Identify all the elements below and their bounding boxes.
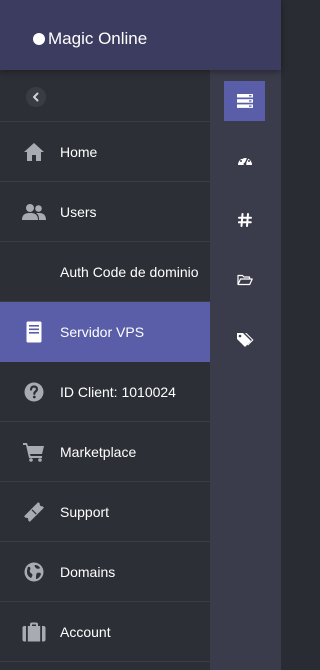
sidebar-item-label: Marketplace	[60, 443, 137, 460]
sidebar-item-label: Support	[60, 503, 110, 520]
rail-item-hashtag[interactable]	[224, 200, 265, 240]
users-icon	[22, 200, 46, 224]
sidebar-item-support[interactable]: Support	[0, 482, 210, 542]
home-icon	[22, 140, 46, 164]
ticket-icon	[22, 500, 46, 524]
sidebar-collapse-button[interactable]	[26, 87, 46, 107]
sidebar-collapse-row	[0, 70, 210, 122]
folder-open-icon	[236, 274, 253, 286]
sidebar-item-label: Account	[60, 623, 111, 640]
sidebar-item-account[interactable]: Account	[0, 602, 210, 662]
sidebar-item-id-client[interactable]: ID Client: 1010024	[0, 362, 210, 422]
sidebar-item-label: Servidor VPS	[60, 323, 145, 340]
hashtag-icon	[237, 213, 252, 227]
chevron-left-icon	[33, 92, 39, 102]
sidebar: Home Users Auth Code de dominio Servidor…	[0, 70, 210, 670]
briefcase-icon	[22, 620, 46, 644]
secondary-icon-rail	[210, 70, 281, 670]
brand-name: Magic Online	[48, 29, 148, 48]
rail-item-files[interactable]	[224, 260, 265, 300]
brand-logo[interactable]: Magic Online	[33, 29, 147, 49]
dashboard-gauge-icon	[237, 156, 252, 166]
rail-item-dashboard[interactable]	[224, 140, 265, 180]
top-header: Magic Online	[0, 0, 281, 70]
question-circle-icon	[22, 380, 46, 404]
sidebar-item-auth-code[interactable]: Auth Code de dominio	[0, 242, 210, 302]
sidebar-item-servidor-vps[interactable]: Servidor VPS	[0, 302, 210, 362]
sidebar-item-users[interactable]: Users	[0, 182, 210, 242]
sidebar-item-label: Auth Code de dominio	[60, 263, 199, 280]
sidebar-item-label: Home	[60, 143, 98, 160]
sidebar-item-home[interactable]: Home	[0, 122, 210, 182]
rail-item-tags[interactable]	[224, 320, 265, 360]
tags-icon	[236, 333, 253, 347]
sidebar-item-label: Domains	[60, 563, 116, 580]
rail-item-servers[interactable]	[224, 81, 265, 121]
server-stack-icon	[236, 94, 253, 108]
sidebar-item-label: Users	[60, 203, 97, 220]
server-document-icon	[22, 320, 46, 344]
sidebar-item-label: ID Client: 1010024	[60, 383, 176, 400]
sidebar-item-marketplace[interactable]: Marketplace	[0, 422, 210, 482]
sidebar-item-domains[interactable]: Domains	[0, 542, 210, 602]
globe-icon	[22, 560, 46, 584]
brand-dot-icon	[33, 33, 45, 45]
cart-icon	[22, 440, 46, 464]
